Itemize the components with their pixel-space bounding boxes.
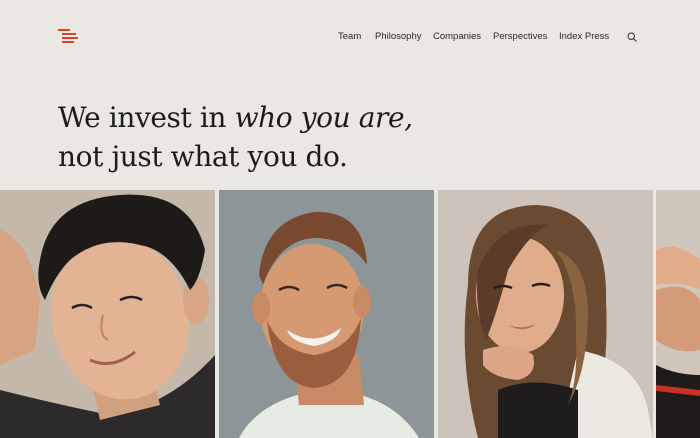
nav-item-team[interactable]: Team [338, 31, 361, 42]
portrait-photo-icon [656, 190, 700, 438]
main-nav: Team Philosophy Companies Perspectives I… [0, 31, 700, 45]
portrait-card-1[interactable] [0, 190, 215, 438]
site-header: Team Philosophy Companies Perspectives I… [0, 0, 700, 75]
nav-item-companies[interactable]: Companies [433, 31, 481, 42]
hero-line2: not just what you do. [58, 140, 348, 173]
hero-line1-italic: who you are, [234, 101, 414, 134]
portrait-photo-icon [0, 190, 215, 438]
portrait-gallery [0, 190, 700, 438]
search-icon[interactable] [627, 32, 637, 42]
hero-headline: We invest in who you are, not just what … [58, 98, 413, 176]
portrait-card-2[interactable] [219, 190, 434, 438]
nav-item-perspectives[interactable]: Perspectives [493, 31, 547, 42]
portrait-photo-icon [219, 190, 434, 438]
portrait-card-4[interactable] [656, 190, 700, 438]
portrait-card-3[interactable] [438, 190, 653, 438]
portrait-photo-icon [438, 190, 653, 438]
nav-item-index-press[interactable]: Index Press [559, 31, 609, 42]
nav-item-philosophy[interactable]: Philosophy [375, 31, 421, 42]
hero-line1-plain: We invest in [58, 101, 235, 134]
